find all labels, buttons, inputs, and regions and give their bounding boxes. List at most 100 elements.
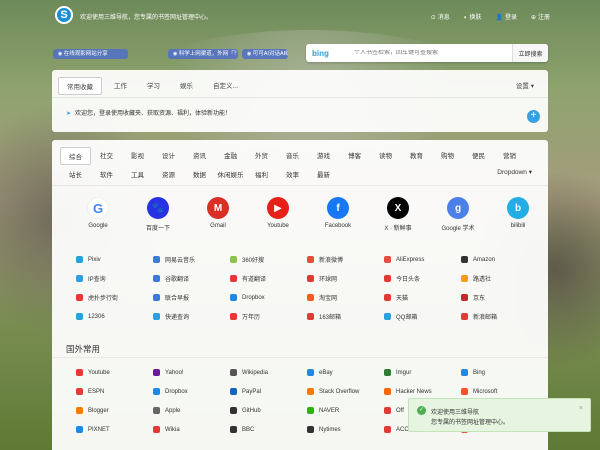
intl-link[interactable]: BBC (230, 420, 307, 439)
google-icon: G (87, 197, 109, 219)
intl-link[interactable]: Yahoo! (153, 363, 230, 382)
domestic-link[interactable]: Dropbox (230, 288, 307, 307)
intl-link[interactable]: Imgur (384, 363, 461, 382)
category-tab-14[interactable]: 营销 (494, 147, 525, 165)
intl-link[interactable]: Wikipedia (230, 363, 307, 382)
search-input[interactable] (354, 50, 512, 56)
category-tab-13[interactable]: 便民 (463, 147, 494, 165)
domestic-link[interactable]: Amazon (461, 250, 538, 269)
intl-link[interactable]: PayPal (230, 382, 307, 401)
featured-site-2[interactable]: M Gmail (188, 197, 248, 232)
intl-link[interactable]: Dropbox (153, 382, 230, 401)
intl-link[interactable]: ESPN (76, 382, 153, 401)
domestic-link[interactable]: 环球网 (307, 269, 384, 288)
category-tab-8[interactable]: 游戏 (308, 147, 339, 165)
domestic-link[interactable]: AliExpress (384, 250, 461, 269)
intl-link[interactable]: eBay (307, 363, 384, 382)
bookmark-tab-1[interactable]: 工作 (106, 77, 135, 95)
category-tab-r2-7[interactable]: 效率 (277, 166, 308, 182)
category-tab-0[interactable]: 综合 (60, 147, 91, 165)
intl-link[interactable]: Nytimes (307, 420, 384, 439)
domestic-link[interactable]: Pixiv (76, 250, 153, 269)
domestic-link[interactable]: 今日头条 (384, 269, 461, 288)
site-logo[interactable]: S (55, 6, 73, 24)
bookmark-tab-4[interactable]: 自定义... (205, 77, 246, 95)
intl-link[interactable]: Wikia (153, 420, 230, 439)
category-tab-r2-1[interactable]: 软件 (91, 166, 122, 182)
category-tab-r2-0[interactable]: 站长 (60, 166, 91, 182)
bing-logo-icon[interactable]: bing (306, 49, 354, 58)
domestic-link[interactable]: 有道翻译 (230, 269, 307, 288)
top-link-0[interactable]: ⊙ 消息 (431, 12, 450, 21)
featured-site-6[interactable]: g Google 学术 (428, 197, 488, 232)
category-tab-r2-2[interactable]: 工具 (122, 166, 153, 182)
top-link-2[interactable]: 👤 登录 (495, 12, 517, 21)
search-button[interactable]: 立即搜索 (512, 44, 548, 62)
domestic-link[interactable]: 360好搜 (230, 250, 307, 269)
category-tab-4[interactable]: 资讯 (184, 147, 215, 165)
category-tab-r2-5[interactable]: 休闲娱乐 (215, 166, 246, 182)
domestic-link[interactable]: 虎扑步行街 (76, 288, 153, 307)
intl-link[interactable]: Bing (461, 363, 538, 382)
category-dropdown[interactable]: Dropdown ▾ (497, 168, 532, 176)
domestic-link[interactable]: 新浪微博 (307, 250, 384, 269)
add-bookmark-button[interactable]: + (527, 110, 540, 123)
category-tab-12[interactable]: 购物 (432, 147, 463, 165)
intl-link-label: BBC (242, 426, 255, 433)
category-tab-r2-8[interactable]: 最新 (308, 166, 339, 182)
close-icon[interactable]: × (579, 405, 583, 412)
intl-link[interactable]: Stack Overflow (307, 382, 384, 401)
category-tab-1[interactable]: 社交 (91, 147, 122, 165)
domestic-link[interactable]: 163邮箱 (307, 307, 384, 326)
domestic-link[interactable]: 淘宝网 (307, 288, 384, 307)
featured-site-1[interactable]: 🐾 百度一下 (128, 197, 188, 232)
category-tab-3[interactable]: 设计 (153, 147, 184, 165)
top-link-1[interactable]: ◐ 换肤 (464, 12, 482, 21)
intl-link[interactable]: NAVER (307, 401, 384, 420)
domestic-link[interactable]: 新浪邮箱 (461, 307, 538, 326)
category-tab-9[interactable]: 博客 (339, 147, 370, 165)
bookmark-tab-2[interactable]: 学习 (139, 77, 168, 95)
featured-site-5[interactable]: X X · 新鲜事 (368, 197, 428, 232)
category-tab-2[interactable]: 影视 (122, 147, 153, 165)
login-message: ➤ 欢迎您，登录使用收藏夹、获取资源、福利，体验新功能！ (66, 108, 231, 117)
domestic-link[interactable]: 网易云音乐 (153, 250, 230, 269)
category-tab-10[interactable]: 读物 (370, 147, 401, 165)
domestic-link[interactable]: 路透社 (461, 269, 538, 288)
notice-pill-2[interactable]: ◉ 可可AI对话AI绘画... (242, 49, 288, 59)
notice-pill-1[interactable]: ◉ 科学上网渠道，外网「？极...」 (168, 49, 238, 59)
featured-site-7[interactable]: b bilibili (488, 197, 548, 232)
intl-link[interactable]: Apple (153, 401, 230, 420)
category-tab-6[interactable]: 外贸 (246, 147, 277, 165)
category-tab-11[interactable]: 教育 (401, 147, 432, 165)
domestic-link[interactable]: 京东 (461, 288, 538, 307)
category-tab-7[interactable]: 音乐 (277, 147, 308, 165)
domestic-link[interactable]: 快递查询 (153, 307, 230, 326)
featured-site-0[interactable]: G Google (68, 197, 128, 232)
toast-title: 欢迎使用三维导航 (431, 410, 480, 416)
category-tab-r2-6[interactable]: 福利 (246, 166, 277, 182)
domestic-link[interactable]: 联合早报 (153, 288, 230, 307)
domestic-link[interactable]: 天猫 (384, 288, 461, 307)
featured-site-4[interactable]: f Facebook (308, 197, 368, 232)
intl-link[interactable]: Youtube (76, 363, 153, 382)
domestic-link[interactable]: IP查询 (76, 269, 153, 288)
domestic-link[interactable]: 谷歌翻译 (153, 269, 230, 288)
settings-dropdown[interactable]: 设置 ▾ (516, 80, 534, 90)
intl-link[interactable]: PIXNET (76, 420, 153, 439)
notice-pill-0[interactable]: ◉ 在线观影网站分享 (53, 49, 128, 59)
top-link-3[interactable]: ⊕ 注册 (531, 12, 550, 21)
intl-link[interactable]: GitHub (230, 401, 307, 420)
intl-link-label: Bing (473, 369, 486, 376)
intl-link[interactable]: Blogger (76, 401, 153, 420)
site-favicon-icon (307, 294, 314, 301)
category-tab-r2-3[interactable]: 资源 (153, 166, 184, 182)
category-tab-r2-4[interactable]: 数据 (184, 166, 215, 182)
domestic-link[interactable]: QQ邮箱 (384, 307, 461, 326)
category-tab-5[interactable]: 金融 (215, 147, 246, 165)
bookmark-tab-3[interactable]: 娱乐 (172, 77, 201, 95)
domestic-link[interactable]: 万年历 (230, 307, 307, 326)
featured-site-3[interactable]: ▶ Youtube (248, 197, 308, 232)
domestic-link[interactable]: 12306 (76, 307, 153, 326)
bookmark-tab-0[interactable]: 常用收藏 (58, 77, 102, 95)
